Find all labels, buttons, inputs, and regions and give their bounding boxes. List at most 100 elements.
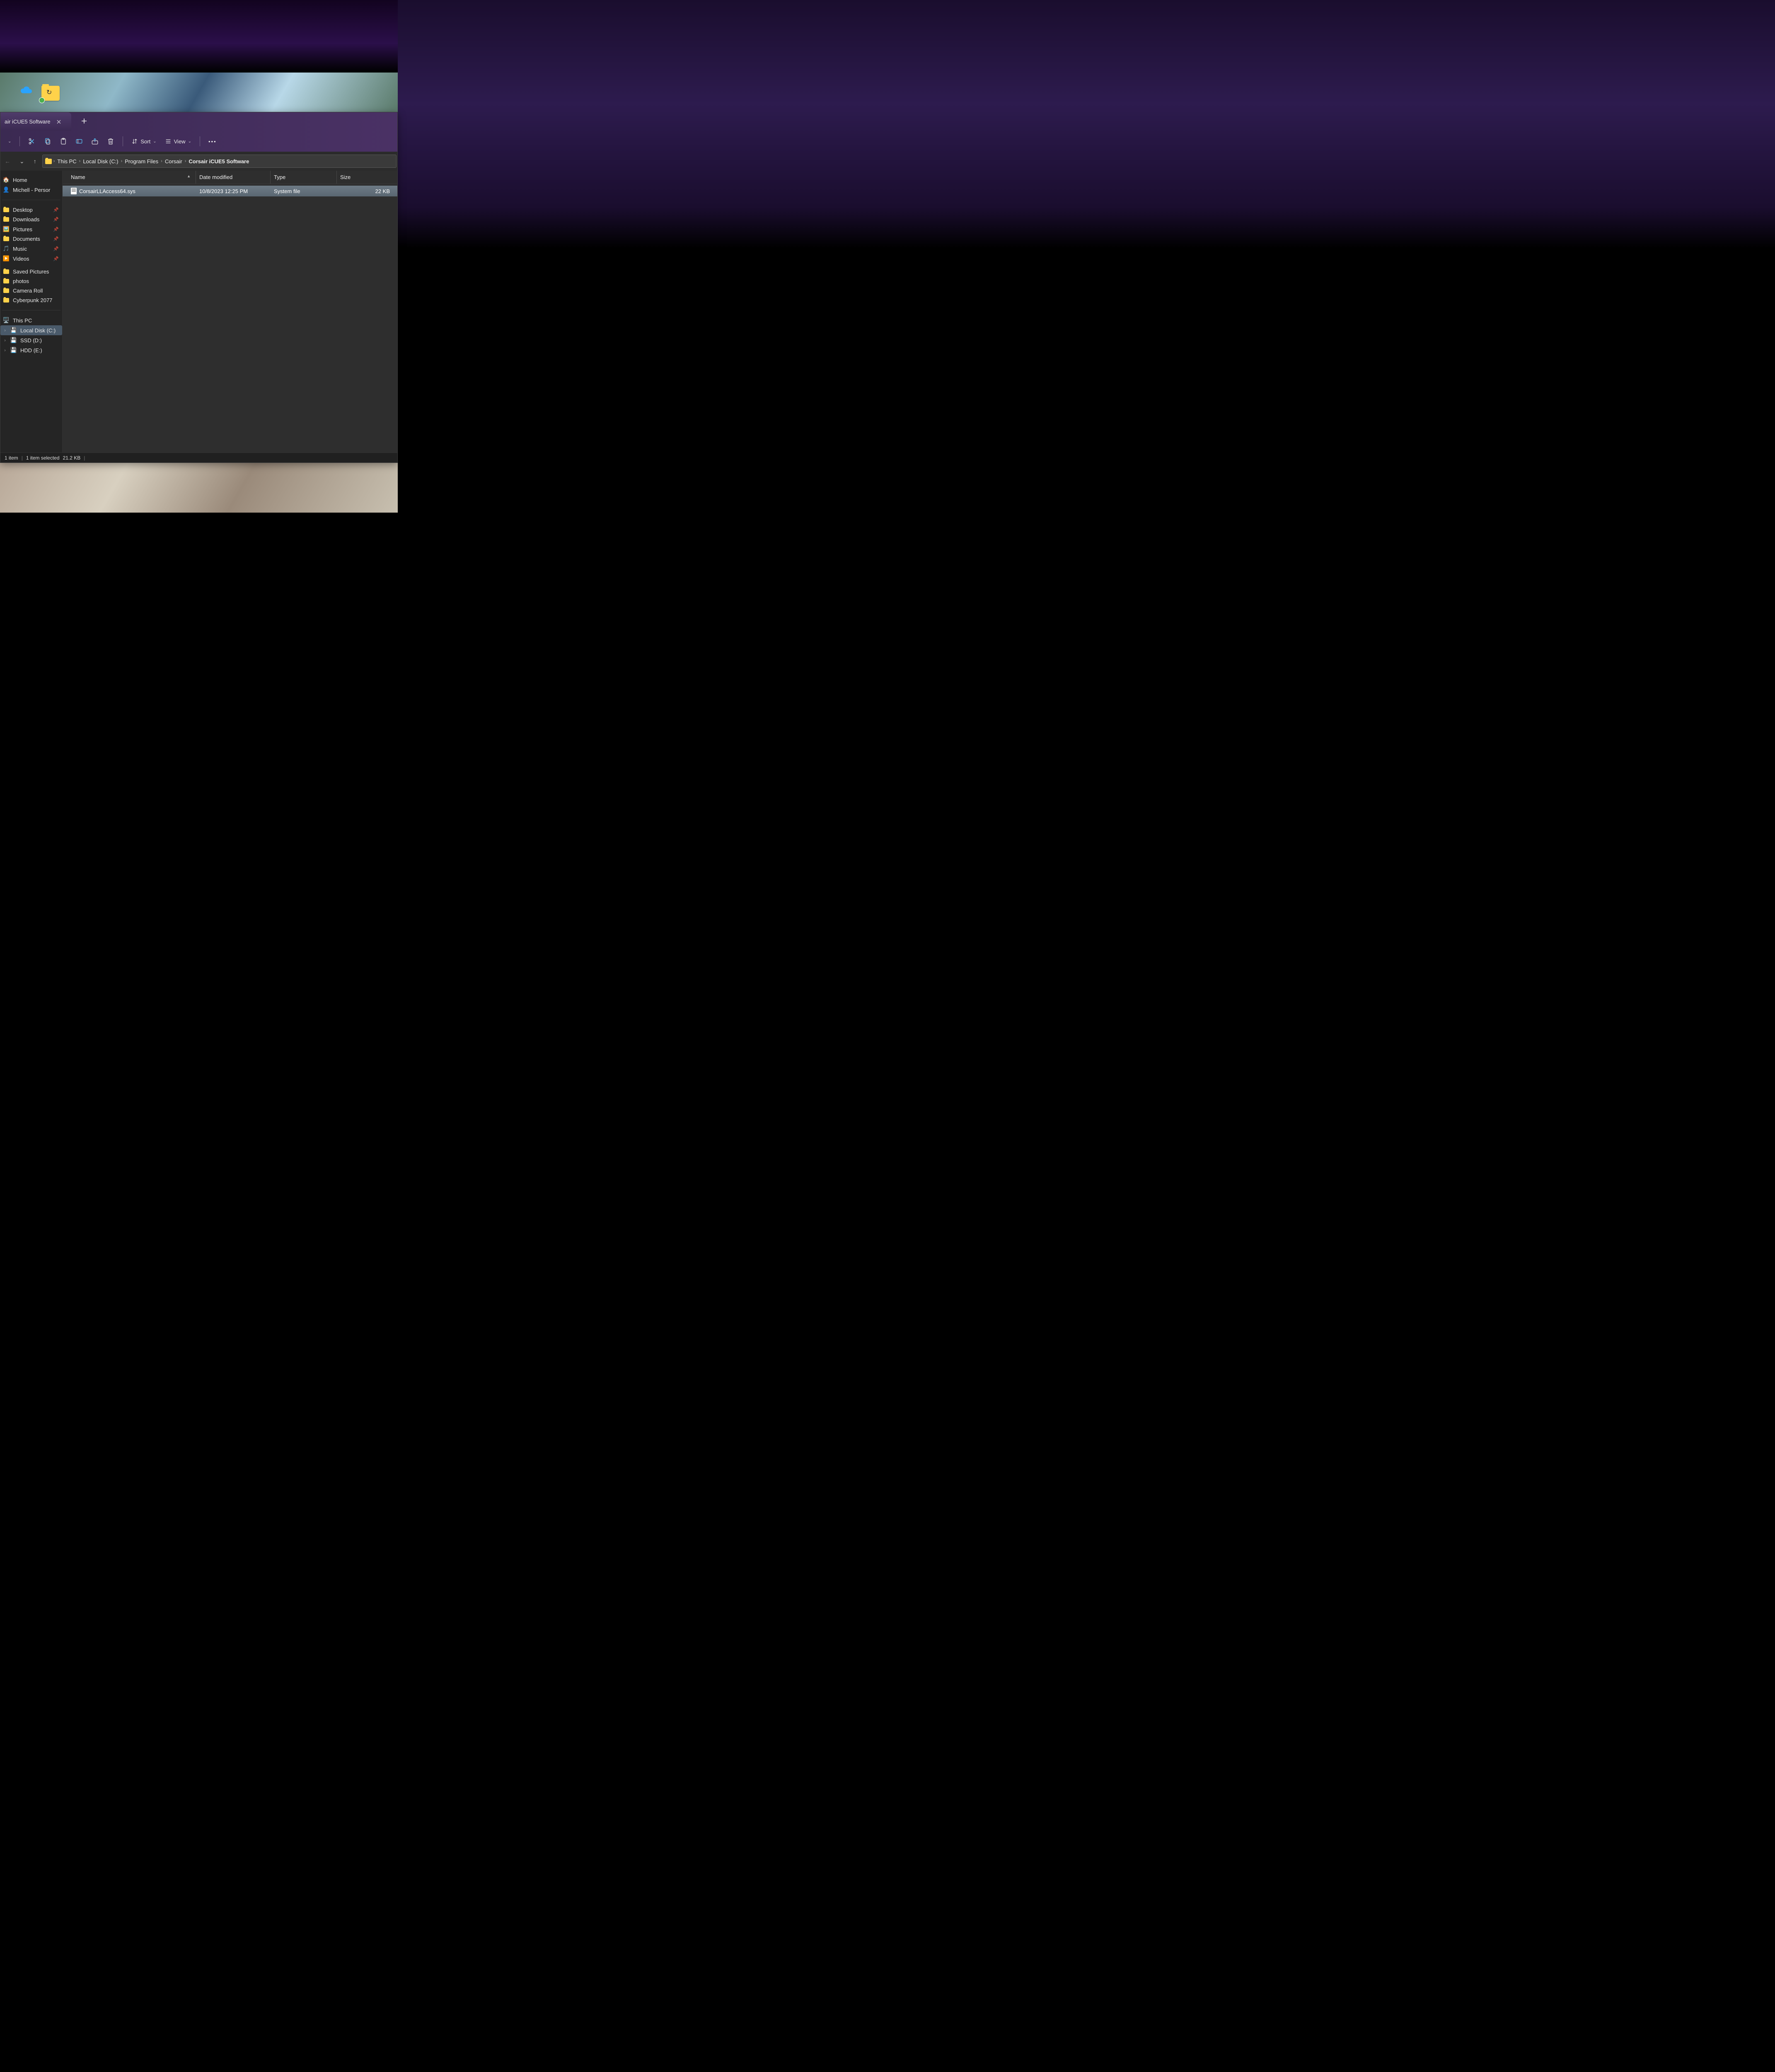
paste-button[interactable] xyxy=(56,135,71,148)
sync-badge-icon xyxy=(39,97,45,103)
drive-icon: 💾 xyxy=(10,347,17,353)
delete-button[interactable] xyxy=(103,135,118,148)
home-icon: 🏠 xyxy=(3,177,10,183)
sidebar-pinned-item[interactable]: 🎵Music📌 xyxy=(0,244,62,254)
folder-icon xyxy=(45,159,52,164)
drive-icon: 💾 xyxy=(10,327,17,334)
sidebar-item-label: Pictures xyxy=(13,226,32,232)
sidebar-item-label: Videos xyxy=(13,256,29,262)
desktop-wallpaper: ↻ xyxy=(0,73,398,112)
file-icon xyxy=(71,188,77,194)
view-label: View xyxy=(174,138,186,145)
view-button[interactable]: View ⌄ xyxy=(161,136,196,147)
tab-close-button[interactable] xyxy=(55,118,63,126)
drive-icon: 💾 xyxy=(10,337,17,344)
sidebar-item-label: SSD (D:) xyxy=(20,337,42,344)
column-header-type[interactable]: Type xyxy=(271,171,337,184)
breadcrumb-item[interactable]: Corsair iCUE5 Software xyxy=(188,157,250,165)
rename-button[interactable] xyxy=(71,135,87,148)
share-button[interactable] xyxy=(87,135,103,148)
sidebar-thispc[interactable]: 🖥️ This PC xyxy=(0,315,62,325)
sidebar-item-label: Music xyxy=(13,246,27,252)
sidebar-item-label: photos xyxy=(13,278,29,284)
column-header-size[interactable]: Size xyxy=(337,171,397,184)
sort-button[interactable]: Sort ⌄ xyxy=(127,136,160,147)
chevron-down-icon: ⌄ xyxy=(188,139,191,144)
file-list-area: Name Date modified Type Size CorsairLLAc… xyxy=(63,171,397,453)
file-type: System file xyxy=(271,188,337,194)
column-header-name[interactable]: Name xyxy=(68,171,196,184)
history-dropdown[interactable]: ⌄ xyxy=(16,155,28,167)
breadcrumb-separator-icon: › xyxy=(53,159,55,164)
sidebar-drive-item[interactable]: ›💾HDD (E:) xyxy=(0,345,62,355)
desktop-folder-icon[interactable]: ↻ xyxy=(41,86,60,101)
breadcrumb-separator-icon: › xyxy=(161,159,162,164)
file-size: 22 KB xyxy=(337,188,397,194)
sidebar-pinned-item[interactable]: Documents📌 xyxy=(0,234,62,244)
sidebar-pinned-item[interactable]: 🖼️Pictures📌 xyxy=(0,224,62,234)
nav-row: ← ⌄ ↑ › This PC › Local Disk (C:) › Prog… xyxy=(0,152,397,171)
more-button[interactable]: ••• xyxy=(204,136,221,147)
status-count: 1 item xyxy=(5,455,18,461)
breadcrumb-item[interactable]: Program Files xyxy=(124,157,159,165)
status-bar: 1 item | 1 item selected 21.2 KB | xyxy=(0,453,397,462)
folder-icon xyxy=(3,269,10,274)
chevron-right-icon: › xyxy=(3,328,7,333)
folder-icon: ▶️ xyxy=(3,255,10,262)
toolbar: ⌄ xyxy=(0,131,397,152)
column-headers: Name Date modified Type Size xyxy=(63,171,397,184)
breadcrumb-separator-icon: › xyxy=(121,159,123,164)
back-button[interactable]: ← xyxy=(1,155,14,167)
ellipsis-icon: ••• xyxy=(208,138,217,145)
status-selection-size: 21.2 KB xyxy=(63,455,81,461)
sort-icon xyxy=(131,138,138,145)
monitor-bezel-dark xyxy=(0,0,398,73)
sidebar-pinned-item[interactable]: Downloads📌 xyxy=(0,215,62,224)
explorer-body: 🏠 Home 👤 Michell - Persor Desktop📌Downlo… xyxy=(0,171,397,453)
cut-button[interactable] xyxy=(24,135,40,148)
folder-icon xyxy=(3,279,10,283)
chevron-right-icon: › xyxy=(3,338,7,343)
onedrive-cloud-icon xyxy=(20,86,33,94)
folder-icon xyxy=(3,217,10,222)
file-row[interactable]: CorsairLLAccess64.sys10/8/2023 12:25 PMS… xyxy=(63,186,397,196)
sidebar-pinned-item[interactable]: Desktop 📌 xyxy=(0,205,62,215)
sidebar-drive-item[interactable]: ›💾SSD (D:) xyxy=(0,335,62,345)
folder-icon: 🎵 xyxy=(3,245,10,252)
sidebar-item-label: Saved Pictures xyxy=(13,269,49,275)
breadcrumb-separator-icon: › xyxy=(185,159,186,164)
toolbar-separator xyxy=(19,136,20,146)
tab-bar: air iCUE5 Software xyxy=(0,112,397,131)
breadcrumb-item[interactable]: This PC xyxy=(56,157,77,165)
sidebar-folder-item[interactable]: Cyberpunk 2077 xyxy=(0,295,62,305)
sidebar-item-label: Desktop xyxy=(13,207,33,213)
address-bar[interactable]: › This PC › Local Disk (C:) › Program Fi… xyxy=(42,155,397,168)
file-name: CorsairLLAccess64.sys xyxy=(79,188,135,194)
folder-icon xyxy=(3,208,10,212)
folder-icon xyxy=(3,237,10,241)
sidebar-drive-item[interactable]: ›💾Local Disk (C:) xyxy=(0,325,62,335)
new-tab-button[interactable] xyxy=(76,114,92,129)
breadcrumb-item[interactable]: Local Disk (C:) xyxy=(82,157,119,165)
column-header-date[interactable]: Date modified xyxy=(196,171,271,184)
copy-button[interactable] xyxy=(40,135,56,148)
sidebar-pinned-item[interactable]: ▶️Videos📌 xyxy=(0,254,62,264)
file-rows[interactable]: CorsairLLAccess64.sys10/8/2023 12:25 PMS… xyxy=(63,184,397,453)
sidebar-home[interactable]: 🏠 Home xyxy=(0,175,62,185)
sidebar-folder-item[interactable]: Saved Pictures xyxy=(0,267,62,276)
pin-icon: 📌 xyxy=(53,207,59,213)
chevron-down-icon: ⌄ xyxy=(8,139,11,144)
sidebar-item-label: HDD (E:) xyxy=(20,347,42,353)
sidebar-folder-item[interactable]: photos xyxy=(0,276,62,286)
sidebar-item-label: Documents xyxy=(13,236,40,242)
desktop-wallpaper-bottom xyxy=(0,463,398,513)
new-dropdown-button[interactable]: ⌄ xyxy=(4,137,15,146)
breadcrumb-item[interactable]: Corsair xyxy=(164,157,183,165)
tab-current[interactable]: air iCUE5 Software xyxy=(0,112,71,131)
up-button[interactable]: ↑ xyxy=(30,155,40,167)
sidebar-user[interactable]: 👤 Michell - Persor xyxy=(0,185,62,195)
pin-icon: 📌 xyxy=(53,217,59,222)
status-selection: 1 item selected xyxy=(26,455,60,461)
view-list-icon xyxy=(165,138,172,145)
sidebar-folder-item[interactable]: Camera Roll xyxy=(0,286,62,295)
